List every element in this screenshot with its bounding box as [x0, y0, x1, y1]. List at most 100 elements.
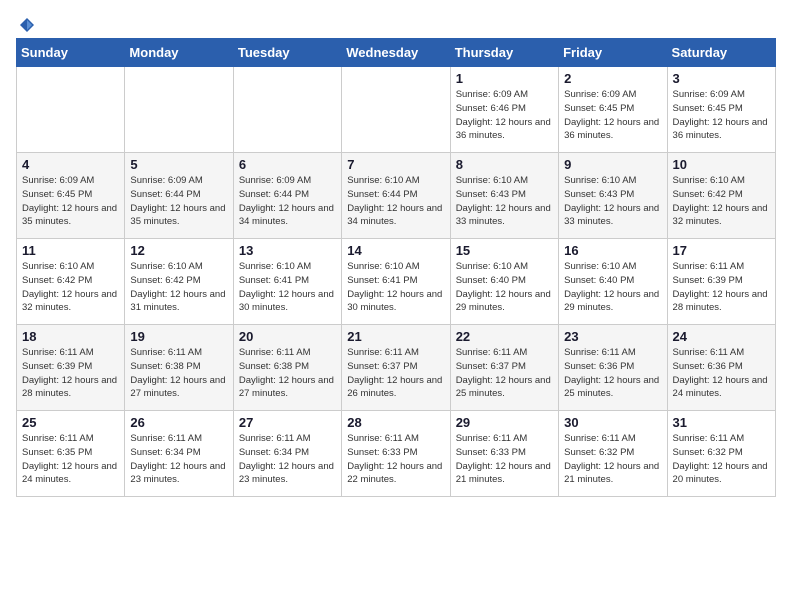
day-number: 17 — [673, 243, 770, 258]
logo-icon — [18, 16, 36, 34]
calendar-cell: 16Sunrise: 6:10 AM Sunset: 6:40 PM Dayli… — [559, 239, 667, 325]
day-info: Sunrise: 6:09 AM Sunset: 6:45 PM Dayligh… — [673, 88, 770, 143]
day-info: Sunrise: 6:10 AM Sunset: 6:44 PM Dayligh… — [347, 174, 444, 229]
calendar-cell: 25 Sunrise: 6:11 AM Sunset: 6:35 PM Dayli… — [17, 411, 125, 497]
calendar-cell: 13 Sunrise: 6:10 AM Sunset: 6:41 PM Dayli… — [233, 239, 341, 325]
calendar-table: SundayMondayTuesdayWednesdayThursdayFrid… — [16, 38, 776, 497]
day-number: 2 — [564, 71, 661, 86]
day-number: 21 — [347, 329, 444, 344]
day-number: 27 — [239, 415, 336, 430]
day-number: 19 — [130, 329, 227, 344]
calendar-cell: 1 Sunrise: 6:09 AM Sunset: 6:46 PM Daylig… — [450, 67, 558, 153]
day-info: Sunrise: 6:11 AM Sunset: 6:33 PM Dayligh… — [456, 432, 553, 487]
day-number: 7 — [347, 157, 444, 172]
day-info: Sunrise: 6:10 AM Sunset: 6:42 PM Dayligh… — [22, 260, 119, 315]
day-number: 30 — [564, 415, 661, 430]
day-info: Sunrise: 6:11 AM Sunset: 6:38 PM Dayligh… — [239, 346, 336, 401]
calendar-cell: 15Sunrise: 6:10 AM Sunset: 6:40 PM Dayli… — [450, 239, 558, 325]
day-info: Sunrise: 6:10 AM Sunset: 6:43 PM Dayligh… — [564, 174, 661, 229]
header-day-monday: Monday — [125, 39, 233, 67]
calendar-cell: 21 Sunrise: 6:11 AM Sunset: 6:37 PM Dayli… — [342, 325, 450, 411]
header-day-tuesday: Tuesday — [233, 39, 341, 67]
day-info: Sunrise: 6:09 AM Sunset: 6:44 PM Dayligh… — [239, 174, 336, 229]
calendar-cell — [125, 67, 233, 153]
day-number: 28 — [347, 415, 444, 430]
day-info: Sunrise: 6:11 AM Sunset: 6:39 PM Dayligh… — [22, 346, 119, 401]
calendar-cell: 24 Sunrise: 6:11 AM Sunset: 6:36 PM Dayli… — [667, 325, 775, 411]
day-info: Sunrise: 6:11 AM Sunset: 6:36 PM Dayligh… — [564, 346, 661, 401]
calendar-cell: 22 Sunrise: 6:11 AM Sunset: 6:37 PM Dayli… — [450, 325, 558, 411]
day-info: Sunrise: 6:11 AM Sunset: 6:39 PM Dayligh… — [673, 260, 770, 315]
day-number: 26 — [130, 415, 227, 430]
day-info: Sunrise: 6:11 AM Sunset: 6:37 PM Dayligh… — [456, 346, 553, 401]
day-info: Sunrise: 6:10 AM Sunset: 6:43 PM Dayligh… — [456, 174, 553, 229]
calendar-body: 1 Sunrise: 6:09 AM Sunset: 6:46 PM Daylig… — [17, 67, 776, 497]
day-number: 12 — [130, 243, 227, 258]
day-info: Sunrise: 6:09 AM Sunset: 6:45 PM Dayligh… — [22, 174, 119, 229]
day-number: 29 — [456, 415, 553, 430]
day-info: Sunrise: 6:10 AM Sunset: 6:41 PM Dayligh… — [347, 260, 444, 315]
day-number: 3 — [673, 71, 770, 86]
calendar-cell — [233, 67, 341, 153]
calendar-cell: 20Sunrise: 6:11 AM Sunset: 6:38 PM Dayli… — [233, 325, 341, 411]
day-number: 11 — [22, 243, 119, 258]
day-info: Sunrise: 6:10 AM Sunset: 6:42 PM Dayligh… — [673, 174, 770, 229]
day-info: Sunrise: 6:09 AM Sunset: 6:44 PM Dayligh… — [130, 174, 227, 229]
day-info: Sunrise: 6:10 AM Sunset: 6:40 PM Dayligh… — [456, 260, 553, 315]
calendar-cell: 17 Sunrise: 6:11 AM Sunset: 6:39 PM Dayli… — [667, 239, 775, 325]
week-row-2: 4Sunrise: 6:09 AM Sunset: 6:45 PM Daylig… — [17, 153, 776, 239]
day-info: Sunrise: 6:11 AM Sunset: 6:32 PM Dayligh… — [673, 432, 770, 487]
day-number: 1 — [456, 71, 553, 86]
header-day-thursday: Thursday — [450, 39, 558, 67]
calendar-header-row: SundayMondayTuesdayWednesdayThursdayFrid… — [17, 39, 776, 67]
day-number: 22 — [456, 329, 553, 344]
calendar-cell: 6 Sunrise: 6:09 AM Sunset: 6:44 PM Daylig… — [233, 153, 341, 239]
logo — [16, 16, 36, 30]
calendar-cell: 4Sunrise: 6:09 AM Sunset: 6:45 PM Daylig… — [17, 153, 125, 239]
calendar-cell: 19Sunrise: 6:11 AM Sunset: 6:38 PM Dayli… — [125, 325, 233, 411]
day-number: 5 — [130, 157, 227, 172]
calendar-cell: 5 Sunrise: 6:09 AM Sunset: 6:44 PM Daylig… — [125, 153, 233, 239]
day-info: Sunrise: 6:10 AM Sunset: 6:41 PM Dayligh… — [239, 260, 336, 315]
header-day-sunday: Sunday — [17, 39, 125, 67]
calendar-cell: 31Sunrise: 6:11 AM Sunset: 6:32 PM Dayli… — [667, 411, 775, 497]
header-day-friday: Friday — [559, 39, 667, 67]
day-info: Sunrise: 6:11 AM Sunset: 6:37 PM Dayligh… — [347, 346, 444, 401]
day-number: 24 — [673, 329, 770, 344]
week-row-4: 18 Sunrise: 6:11 AM Sunset: 6:39 PM Dayli… — [17, 325, 776, 411]
day-info: Sunrise: 6:09 AM Sunset: 6:46 PM Dayligh… — [456, 88, 553, 143]
day-info: Sunrise: 6:11 AM Sunset: 6:35 PM Dayligh… — [22, 432, 119, 487]
calendar-cell: 28 Sunrise: 6:11 AM Sunset: 6:33 PM Dayli… — [342, 411, 450, 497]
calendar-cell: 23 Sunrise: 6:11 AM Sunset: 6:36 PM Dayli… — [559, 325, 667, 411]
calendar-cell — [342, 67, 450, 153]
calendar-cell: 8 Sunrise: 6:10 AM Sunset: 6:43 PM Daylig… — [450, 153, 558, 239]
day-info: Sunrise: 6:11 AM Sunset: 6:32 PM Dayligh… — [564, 432, 661, 487]
day-info: Sunrise: 6:11 AM Sunset: 6:34 PM Dayligh… — [130, 432, 227, 487]
day-info: Sunrise: 6:09 AM Sunset: 6:45 PM Dayligh… — [564, 88, 661, 143]
day-number: 13 — [239, 243, 336, 258]
header-day-saturday: Saturday — [667, 39, 775, 67]
calendar-cell: 10 Sunrise: 6:10 AM Sunset: 6:42 PM Dayli… — [667, 153, 775, 239]
calendar-cell: 18 Sunrise: 6:11 AM Sunset: 6:39 PM Dayli… — [17, 325, 125, 411]
day-info: Sunrise: 6:11 AM Sunset: 6:36 PM Dayligh… — [673, 346, 770, 401]
day-number: 10 — [673, 157, 770, 172]
day-number: 18 — [22, 329, 119, 344]
week-row-5: 25 Sunrise: 6:11 AM Sunset: 6:35 PM Dayli… — [17, 411, 776, 497]
day-info: Sunrise: 6:10 AM Sunset: 6:40 PM Dayligh… — [564, 260, 661, 315]
calendar-cell: 2 Sunrise: 6:09 AM Sunset: 6:45 PM Daylig… — [559, 67, 667, 153]
day-info: Sunrise: 6:10 AM Sunset: 6:42 PM Dayligh… — [130, 260, 227, 315]
day-number: 23 — [564, 329, 661, 344]
day-number: 9 — [564, 157, 661, 172]
day-number: 25 — [22, 415, 119, 430]
day-info: Sunrise: 6:11 AM Sunset: 6:34 PM Dayligh… — [239, 432, 336, 487]
day-number: 6 — [239, 157, 336, 172]
week-row-3: 11 Sunrise: 6:10 AM Sunset: 6:42 PM Dayli… — [17, 239, 776, 325]
calendar-cell: 26 Sunrise: 6:11 AM Sunset: 6:34 PM Dayli… — [125, 411, 233, 497]
calendar-cell — [17, 67, 125, 153]
day-info: Sunrise: 6:11 AM Sunset: 6:33 PM Dayligh… — [347, 432, 444, 487]
calendar-cell: 3 Sunrise: 6:09 AM Sunset: 6:45 PM Daylig… — [667, 67, 775, 153]
calendar-cell: 29 Sunrise: 6:11 AM Sunset: 6:33 PM Dayli… — [450, 411, 558, 497]
calendar-cell: 14 Sunrise: 6:10 AM Sunset: 6:41 PM Dayli… — [342, 239, 450, 325]
day-number: 14 — [347, 243, 444, 258]
day-number: 8 — [456, 157, 553, 172]
